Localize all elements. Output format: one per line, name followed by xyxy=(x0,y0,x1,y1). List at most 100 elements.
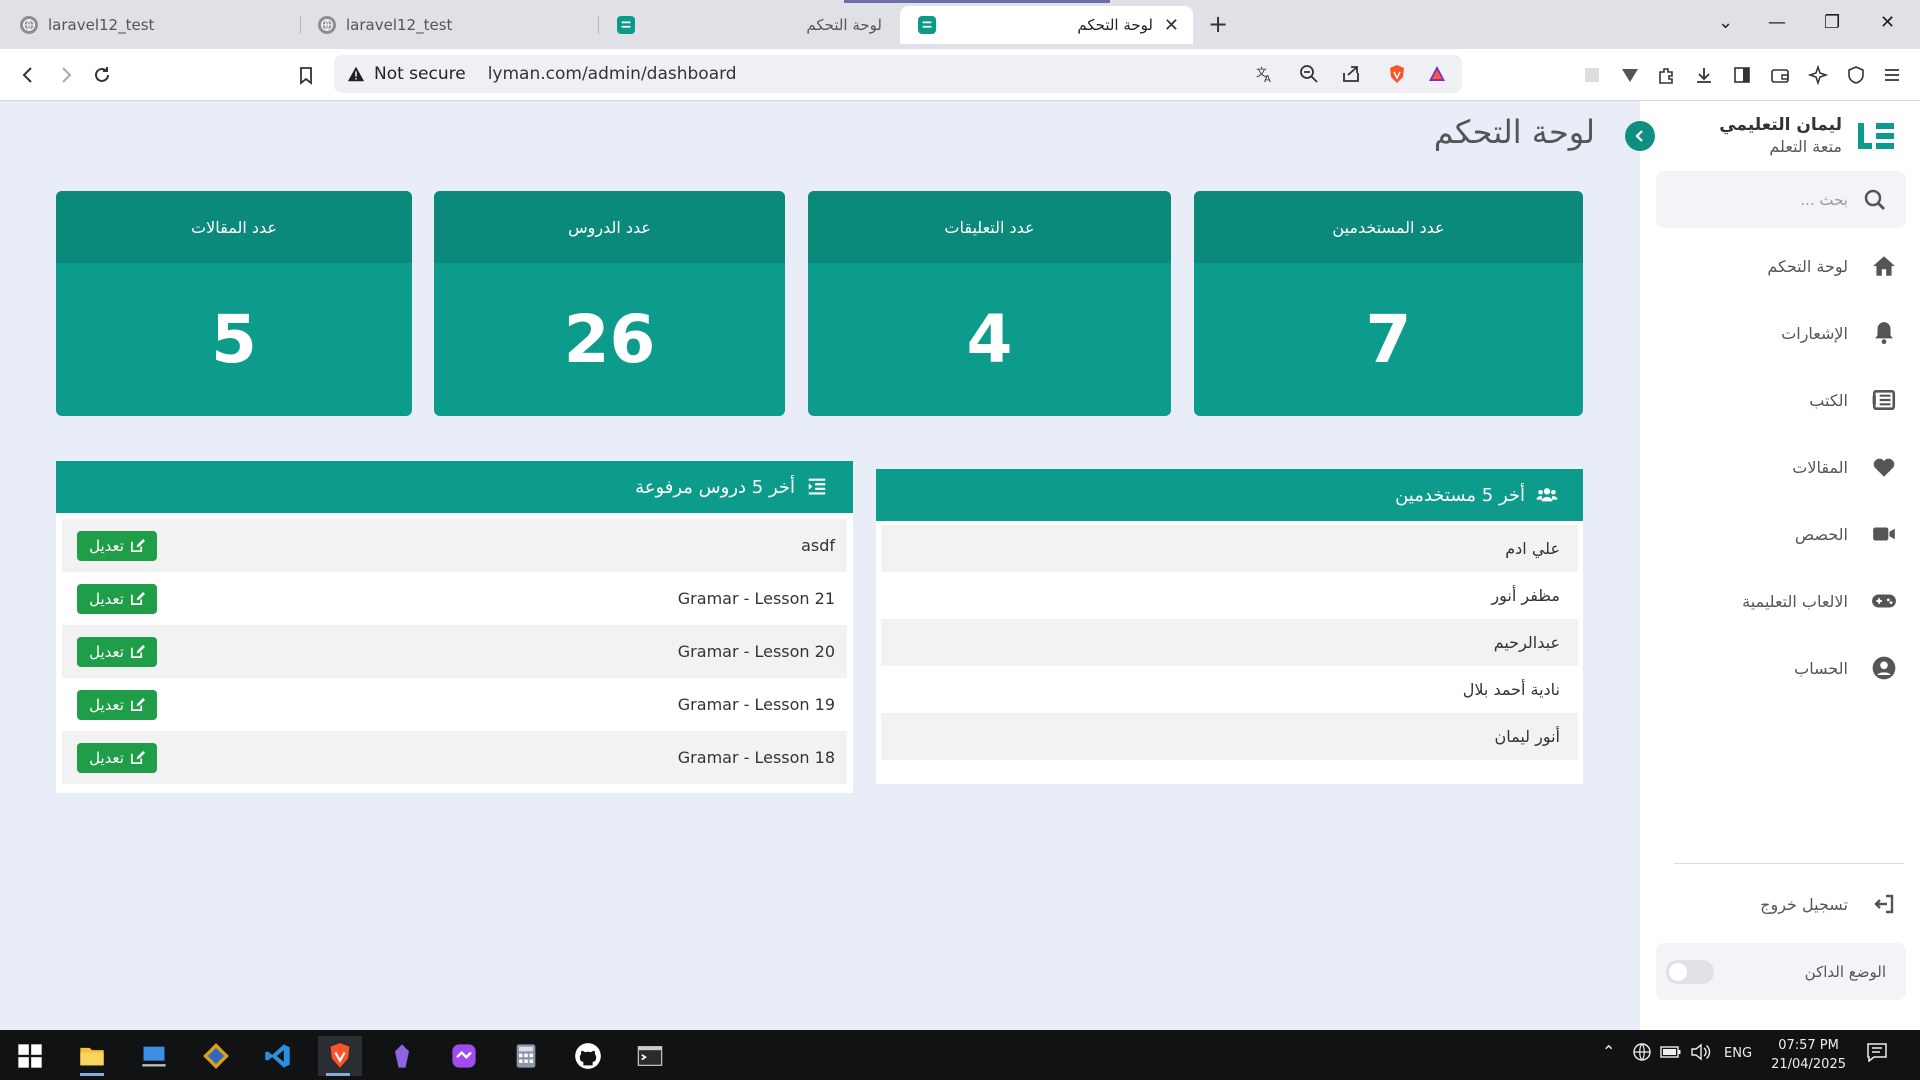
stat-label: عدد المقالات xyxy=(56,191,412,263)
sidebar-item-classes[interactable]: الحصص xyxy=(1658,514,1898,554)
brave-browser-icon[interactable] xyxy=(318,1036,362,1076)
logout-button[interactable]: تسجيل خروج xyxy=(1658,884,1898,924)
language-indicator[interactable]: ENG xyxy=(1724,1046,1752,1061)
forward-icon[interactable] xyxy=(50,59,82,91)
page-title: لوحة التحكم xyxy=(1433,113,1595,151)
back-icon[interactable] xyxy=(12,59,44,91)
edit-button[interactable]: تعديل xyxy=(77,689,157,720)
user-row[interactable]: أنور ليمان xyxy=(881,713,1578,760)
edit-button[interactable]: تعديل xyxy=(77,636,157,667)
sidebar: ليمان التعليمي متعة التعلم لوحة التحكم xyxy=(1625,101,1920,1030)
running-indicator xyxy=(80,1073,104,1076)
sidebar-item-notifications[interactable]: الإشعارات xyxy=(1658,313,1898,353)
edit-icon xyxy=(130,591,145,605)
lesson-row: تعديل Gramar - Lesson 21 xyxy=(62,572,847,625)
globe-icon xyxy=(318,16,336,34)
obsidian-icon[interactable] xyxy=(382,1036,422,1076)
terminal-icon[interactable] xyxy=(630,1036,670,1076)
user-name: علي ادم xyxy=(1505,539,1560,558)
running-indicator xyxy=(326,1073,350,1076)
dark-mode-toggle[interactable] xyxy=(1666,959,1714,984)
sidebar-item-articles[interactable]: المقالات xyxy=(1658,447,1898,487)
address-bar[interactable]: Not secure lyman.com/admin/dashboard 文A xyxy=(334,55,1462,93)
close-tab-icon[interactable]: ✕ xyxy=(1164,15,1179,36)
tab-title: laravel12_test xyxy=(48,16,155,34)
sidebar-item-dashboard[interactable]: لوحة التحكم xyxy=(1658,246,1898,286)
edit-button[interactable]: تعديل xyxy=(77,742,157,773)
security-label[interactable]: Not secure xyxy=(374,64,466,84)
sidebar-item-label: الحساب xyxy=(1794,658,1848,678)
sidebar-item-label: الكتب xyxy=(1809,390,1848,410)
sidebar-item-account[interactable]: الحساب xyxy=(1658,648,1898,688)
stat-label: عدد التعليقات xyxy=(808,191,1171,263)
sidebar-item-games[interactable]: الالعاب التعليمية xyxy=(1658,581,1898,621)
clock-time: 07:57 PM xyxy=(1778,1038,1839,1053)
extensions-icon[interactable] xyxy=(1650,59,1682,91)
panel-title: أخر 5 مستخدمين xyxy=(1395,484,1525,506)
edit-button[interactable]: تعديل xyxy=(77,530,157,561)
show-hidden-icons-icon[interactable]: ⌃ xyxy=(1602,1042,1615,1061)
download-icon[interactable] xyxy=(1688,59,1720,91)
browser-tab-3[interactable]: لوحة التحكم xyxy=(607,6,892,44)
user-row[interactable]: عبدالرحيم xyxy=(881,619,1578,666)
warning-icon[interactable] xyxy=(346,64,366,84)
calculator-icon[interactable] xyxy=(506,1036,546,1076)
close-window-icon[interactable]: ✕ xyxy=(1880,12,1895,33)
windows-start-icon[interactable] xyxy=(10,1036,50,1076)
leo-ai-icon[interactable] xyxy=(1802,59,1834,91)
reload-icon[interactable] xyxy=(86,59,118,91)
windows-taskbar: ⌃ ENG 07:57 PM 21/04/2025 xyxy=(0,1030,1920,1080)
tunnel-app-icon[interactable] xyxy=(444,1036,484,1076)
collapse-sidebar-button[interactable] xyxy=(1625,121,1655,151)
lesson-row: تعديل Gramar - Lesson 18 xyxy=(62,731,847,784)
edit-button-label: تعديل xyxy=(89,589,124,608)
brave-rewards-icon[interactable] xyxy=(1424,61,1450,87)
brave-shield-icon[interactable] xyxy=(1384,61,1410,87)
git-client-icon[interactable] xyxy=(196,1036,236,1076)
notifications-icon[interactable] xyxy=(1866,1042,1888,1066)
browser-tab-1[interactable]: laravel12_test xyxy=(10,6,295,44)
vpn-shield-icon[interactable] xyxy=(1840,59,1872,91)
user-row[interactable]: علي ادم xyxy=(881,525,1578,572)
edit-button-label: تعديل xyxy=(89,695,124,714)
search-input[interactable] xyxy=(1688,190,1848,209)
sidebar-toggle-icon[interactable] xyxy=(1726,59,1758,91)
system-clock[interactable]: 07:57 PM 21/04/2025 xyxy=(1771,1036,1846,1074)
remote-desktop-icon[interactable] xyxy=(134,1036,174,1076)
lesson-title: asdf xyxy=(801,536,835,555)
new-tab-button[interactable]: + xyxy=(1208,10,1228,38)
vpn-icon[interactable] xyxy=(1614,59,1646,91)
volume-icon[interactable] xyxy=(1690,1042,1712,1066)
file-explorer-icon[interactable] xyxy=(72,1036,112,1076)
share-icon[interactable] xyxy=(1338,61,1364,87)
lesson-title: Gramar - Lesson 18 xyxy=(677,748,835,767)
edit-button-label: تعديل xyxy=(89,536,124,555)
url-text[interactable]: lyman.com/admin/dashboard xyxy=(488,64,737,84)
tab-search-chevron-icon[interactable]: ⌄ xyxy=(1718,12,1733,33)
clock-date: 21/04/2025 xyxy=(1771,1057,1846,1072)
panel-header: أخر 5 دروس مرفوعة xyxy=(56,461,853,513)
github-desktop-icon[interactable] xyxy=(568,1036,608,1076)
user-row[interactable]: نادية أحمد بلال xyxy=(881,666,1578,713)
browser-tab-4[interactable]: لوحة التحكم ✕ xyxy=(900,6,1193,44)
lesson-row: تعديل Gramar - Lesson 20 xyxy=(62,625,847,678)
logout-label: تسجيل خروج xyxy=(1760,894,1848,914)
menu-icon[interactable] xyxy=(1876,59,1908,91)
vscode-icon[interactable] xyxy=(258,1036,298,1076)
network-globe-icon[interactable] xyxy=(1632,1042,1652,1066)
battery-icon[interactable] xyxy=(1660,1042,1682,1066)
browser-tab-2[interactable]: laravel12_test xyxy=(308,6,593,44)
maximize-icon[interactable]: ❐ xyxy=(1824,12,1840,33)
extension-placeholder-icon[interactable] xyxy=(1576,59,1608,91)
minimize-icon[interactable]: — xyxy=(1768,12,1786,33)
brand[interactable]: ليمان التعليمي متعة التعلم xyxy=(1719,115,1896,156)
sidebar-item-books[interactable]: الكتب xyxy=(1658,380,1898,420)
edit-button[interactable]: تعديل xyxy=(77,583,157,614)
search-icon[interactable] xyxy=(1862,187,1888,213)
latest-users-panel: أخر 5 مستخدمين علي ادم مظفر أنور عبدالرح… xyxy=(876,469,1583,784)
wallet-icon[interactable] xyxy=(1764,59,1796,91)
user-row[interactable]: مظفر أنور xyxy=(881,572,1578,619)
zoom-icon[interactable] xyxy=(1296,61,1322,87)
translate-icon[interactable]: 文A xyxy=(1252,61,1278,87)
bookmark-icon[interactable] xyxy=(290,59,322,91)
